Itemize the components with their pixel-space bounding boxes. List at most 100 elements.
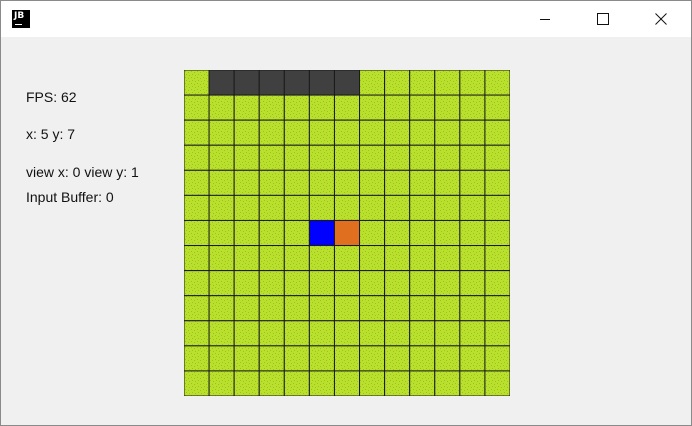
grass-tile xyxy=(208,94,235,121)
grass-tile xyxy=(233,94,260,121)
grass-tile xyxy=(208,270,235,297)
grass-tile xyxy=(459,219,486,247)
grass-tile xyxy=(359,370,386,396)
grass-tile xyxy=(384,245,411,272)
title-bar[interactable]: JB xyxy=(1,1,691,37)
grass-tile xyxy=(184,370,210,396)
grass-tile xyxy=(333,194,361,221)
grass-tile xyxy=(359,270,386,297)
game-board-canvas[interactable] xyxy=(184,70,510,396)
close-button[interactable] xyxy=(632,1,690,37)
grass-tile xyxy=(308,194,335,221)
grass-tile xyxy=(233,119,260,146)
grass-tile xyxy=(359,345,386,372)
game-board[interactable] xyxy=(184,70,510,396)
grass-tile xyxy=(484,94,510,121)
grass-tile xyxy=(434,194,461,221)
grass-tile xyxy=(184,270,210,297)
grass-tile xyxy=(308,320,335,347)
grass-tile xyxy=(384,194,411,221)
grass-tile xyxy=(333,345,361,372)
grass-tile xyxy=(359,320,386,347)
grass-tile xyxy=(384,370,411,396)
game-window: JB FPS: 62 x: 5 y: 7 view x: 0 view y: 1… xyxy=(0,0,692,426)
fps-counter: FPS: 62 xyxy=(26,89,77,105)
grass-tile xyxy=(233,169,260,196)
grass-tile xyxy=(484,245,510,272)
grass-tile xyxy=(484,119,510,146)
grass-tile xyxy=(258,169,285,196)
grass-tile xyxy=(384,320,411,347)
grass-tile xyxy=(409,370,436,396)
view-position-readout: view x: 0 view y: 1 xyxy=(26,164,139,180)
grass-tile xyxy=(384,94,411,121)
grass-tile xyxy=(258,270,285,297)
grass-tile xyxy=(459,270,486,297)
grass-tile xyxy=(258,370,285,396)
grass-tile xyxy=(258,194,285,221)
grass-tile xyxy=(208,169,235,196)
grass-tile xyxy=(333,119,361,146)
grass-tile xyxy=(184,94,210,121)
grass-tile xyxy=(384,295,411,322)
grass-tile xyxy=(359,295,386,322)
grass-tile xyxy=(484,295,510,322)
grass-tile xyxy=(208,295,235,322)
grass-tile xyxy=(384,169,411,196)
grass-tile xyxy=(409,169,436,196)
player-tile xyxy=(308,219,335,247)
grass-tile xyxy=(333,370,361,396)
grass-tile xyxy=(184,169,210,196)
grass-tile xyxy=(184,144,210,171)
grass-tile xyxy=(409,119,436,146)
grass-tile xyxy=(459,119,486,146)
grass-tile xyxy=(233,219,260,247)
grass-tile xyxy=(258,119,285,146)
grass-tile xyxy=(484,219,510,247)
grass-tile xyxy=(459,94,486,121)
grass-tile xyxy=(184,194,210,221)
grass-tile xyxy=(359,219,386,247)
grass-tile xyxy=(434,94,461,121)
close-icon xyxy=(655,13,667,25)
grass-tile xyxy=(409,270,436,297)
grass-tile xyxy=(384,119,411,146)
app-logo-icon: JB xyxy=(12,10,30,28)
grass-tile xyxy=(208,245,235,272)
grass-tile xyxy=(484,169,510,196)
grass-tile xyxy=(333,295,361,322)
minimize-button[interactable] xyxy=(516,1,574,37)
grass-tile xyxy=(184,119,210,146)
grass-tile xyxy=(308,169,335,196)
wall-tile xyxy=(283,70,310,96)
grass-tile xyxy=(434,245,461,272)
grass-tile xyxy=(409,245,436,272)
grass-tile xyxy=(484,144,510,171)
grass-tile xyxy=(409,144,436,171)
grass-tile xyxy=(409,295,436,322)
wall-tile xyxy=(258,70,285,96)
grass-tile xyxy=(308,119,335,146)
maximize-button[interactable] xyxy=(574,1,632,37)
grass-tile xyxy=(434,320,461,347)
grass-tile xyxy=(208,219,235,247)
grass-tile xyxy=(484,370,510,396)
maximize-icon xyxy=(597,13,609,25)
grass-tile xyxy=(434,119,461,146)
grass-tile xyxy=(233,370,260,396)
grass-tile xyxy=(359,119,386,146)
grass-tile xyxy=(258,219,285,247)
grass-tile xyxy=(208,370,235,396)
grass-tile xyxy=(283,94,310,121)
grass-tile xyxy=(484,270,510,297)
grass-tile xyxy=(333,270,361,297)
grass-tile xyxy=(283,370,310,396)
grass-tile xyxy=(233,194,260,221)
grass-tile xyxy=(359,144,386,171)
grass-tile xyxy=(258,245,285,272)
grass-tile xyxy=(434,70,461,96)
grass-tile xyxy=(384,70,411,96)
grass-tile xyxy=(283,119,310,146)
grass-tile xyxy=(283,245,310,272)
grass-tile xyxy=(409,345,436,372)
